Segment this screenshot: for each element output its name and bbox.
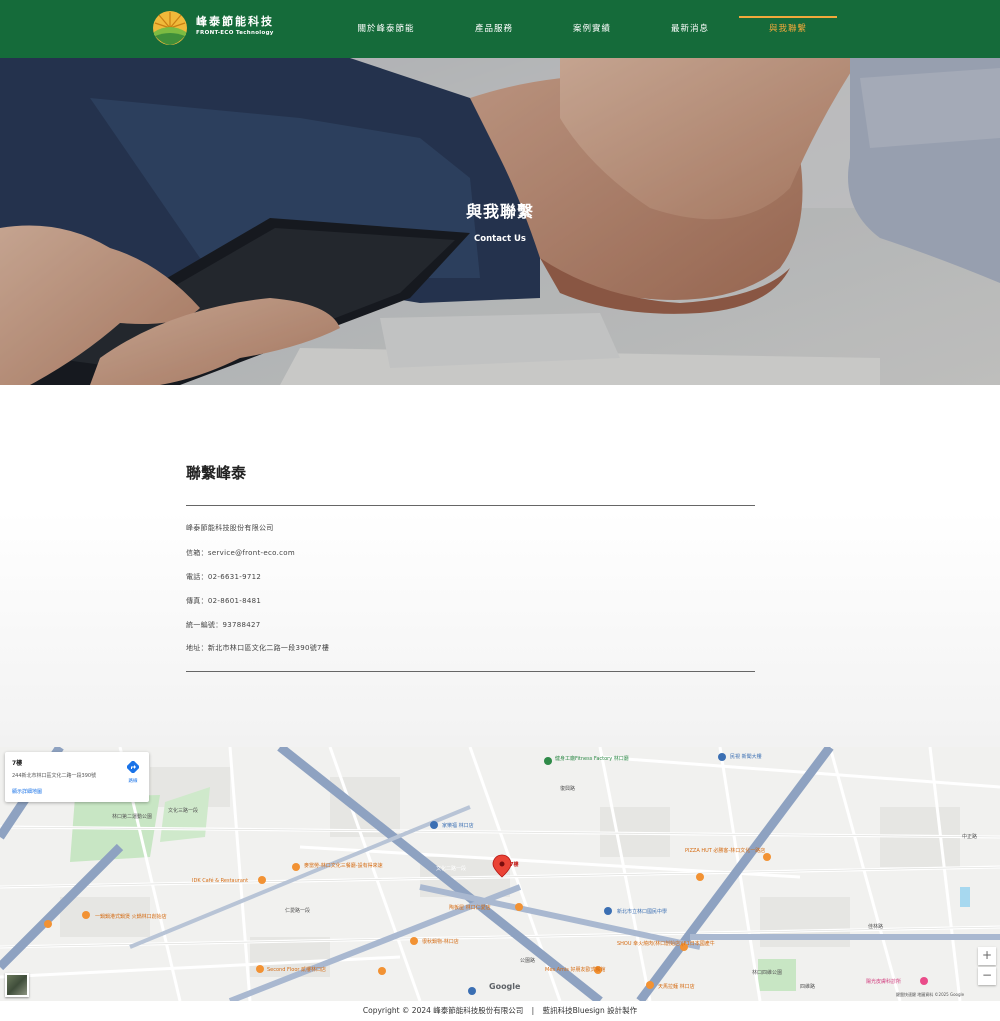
map-label-mesamis[interactable]: Mes Amis 好朋友歐式餐館 <box>545 966 605 973</box>
map-label-shou[interactable]: SHOU 幸火燒肉(林口創始店)|F1日本國產牛 <box>617 940 715 947</box>
tax-id-text: 統一編號：93788427 <box>186 621 261 629</box>
map-label-taoyuan[interactable]: 陶板屋 林口仁愛店 <box>449 904 491 911</box>
fax-text: 傳真：02-8601-8481 <box>186 597 262 605</box>
copyright-text: Copyright © 2024 峰泰節能科技股份有限公司 <box>362 1006 524 1015</box>
contact-section: 聯繫峰泰 峰泰節能科技股份有限公司 信箱：service@front-eco.c… <box>0 385 1000 747</box>
road-label-gongyuan: 公園路 <box>520 958 536 964</box>
map-label-tianma[interactable]: 天馬拉麵 林口店 <box>658 983 695 990</box>
site-footer: Copyright © 2024 峰泰節能科技股份有限公司 | 藍訊科技Blue… <box>0 1001 1000 1021</box>
map-label-pizza[interactable]: PIZZA HUT 必勝客-林口文化一路店 <box>685 847 765 854</box>
nav-item-news[interactable]: 最新消息 <box>640 22 740 34</box>
nav-item-about[interactable]: 關於峰泰節能 <box>336 22 436 34</box>
road-label-zhongzheng: 中正路 <box>962 834 978 840</box>
map-info-card: 7樓 244新北市林口區文化二路一段390號 顯示詳細地圖 路線 <box>5 752 149 802</box>
map-label-idk[interactable]: IDK Café & Restaurant <box>192 878 248 884</box>
contact-title: 聯繫峰泰 <box>186 464 247 482</box>
address-text: 地址：新北市林口區文化二路一段390號7樓 <box>186 644 330 652</box>
map-label-sihe-park[interactable]: 林口四維公園 <box>752 969 782 976</box>
divider-bottom <box>186 671 755 672</box>
map-label-minshi[interactable]: 民視 新聞大樓 <box>730 753 762 760</box>
road-label-renai: 仁愛路一段 <box>285 908 311 914</box>
map-label-second[interactable]: Second Floor 貳樓林口店 <box>267 966 326 973</box>
zoom-out-button[interactable]: − <box>978 967 996 985</box>
road-label-sihe: 四維路 <box>800 984 816 990</box>
map-marker-label[interactable]: 7樓 <box>510 861 518 868</box>
nav-item-cases[interactable]: 案例實績 <box>542 22 642 34</box>
map-label-sunlight[interactable]: 陽光皮膚科診所 <box>866 978 901 985</box>
brand-name: 峰泰節能科技 <box>196 15 274 28</box>
hero-banner: 與我聯繫 Contact Us <box>0 58 1000 385</box>
satellite-toggle[interactable] <box>5 973 29 997</box>
google-logo: Google <box>489 982 521 991</box>
map-attribution[interactable]: 鍵盤快速鍵 地圖資料 ©2025 Google <box>896 992 964 998</box>
footer-separator: | <box>531 1006 535 1015</box>
divider-top <box>186 505 755 506</box>
nav-item-contact[interactable]: 與我聯繫 <box>738 22 838 34</box>
phone-text[interactable]: 電話：02-6631-9712 <box>186 572 261 582</box>
nav-item-products[interactable]: 產品服務 <box>444 22 544 34</box>
map-label-mcd[interactable]: 麥當勞-林口文化三餐廳-設有得來速 <box>304 862 383 869</box>
google-map[interactable]: 健身工廠Fitness Factory 林口廳 民視 新聞大樓 林口第二運動公園… <box>0 747 1000 1001</box>
hero-subtitle: Contact Us <box>474 234 526 244</box>
map-label-fitness[interactable]: 健身工廠Fitness Factory 林口廳 <box>555 755 629 762</box>
road-label-wenhua2: 文化二路一段 <box>436 866 467 872</box>
company-name: 峰泰節能科技股份有限公司 <box>186 524 274 532</box>
designer-link[interactable]: 藍訊科技Bluesign 設計製作 <box>543 1006 638 1015</box>
zoom-in-button[interactable]: + <box>978 947 996 965</box>
brand[interactable]: 峰泰節能科技 FRONT-ECO Technology <box>196 15 274 37</box>
map-label-jiale[interactable]: 家樂福 林口店 <box>442 822 474 829</box>
brand-en: FRONT-ECO Technology <box>196 30 274 36</box>
nav-active-indicator <box>739 16 837 18</box>
site-header: 峰泰節能科技 FRONT-ECO Technology 關於峰泰節能 產品服務 … <box>0 0 1000 58</box>
map-label-hotpot[interactable]: 一鍋鍋港式鍋煲 火鍋林口創始店 <box>95 913 167 920</box>
road-label-fuxing: 復興路 <box>560 786 576 792</box>
info-card-title: 7樓 <box>12 760 23 767</box>
road-label-wenhua3: 文化三路一段 <box>168 808 199 814</box>
road-label-jiahua: 佳林路 <box>868 924 884 930</box>
directions-label: 路線 <box>128 779 138 784</box>
view-larger-map-link[interactable]: 顯示詳細地圖 <box>12 788 42 795</box>
map-label-hasu[interactable]: 很秋鍋物-林口店 <box>422 938 459 945</box>
map-label-school[interactable]: 新北市立林口國民中學 <box>617 908 667 915</box>
map-tiles[interactable] <box>0 747 1000 1001</box>
email-text[interactable]: 信箱：service@front-eco.com <box>186 548 295 558</box>
hero-title: 與我聯繫 <box>465 202 534 221</box>
directions-icon <box>126 760 140 774</box>
map-label-park[interactable]: 林口第二運動公園 <box>112 813 152 820</box>
logo-icon[interactable] <box>152 10 188 46</box>
directions-button[interactable]: 路線 <box>122 758 144 784</box>
info-card-address: 244新北市林口區文化二路一段390號 <box>12 773 97 779</box>
